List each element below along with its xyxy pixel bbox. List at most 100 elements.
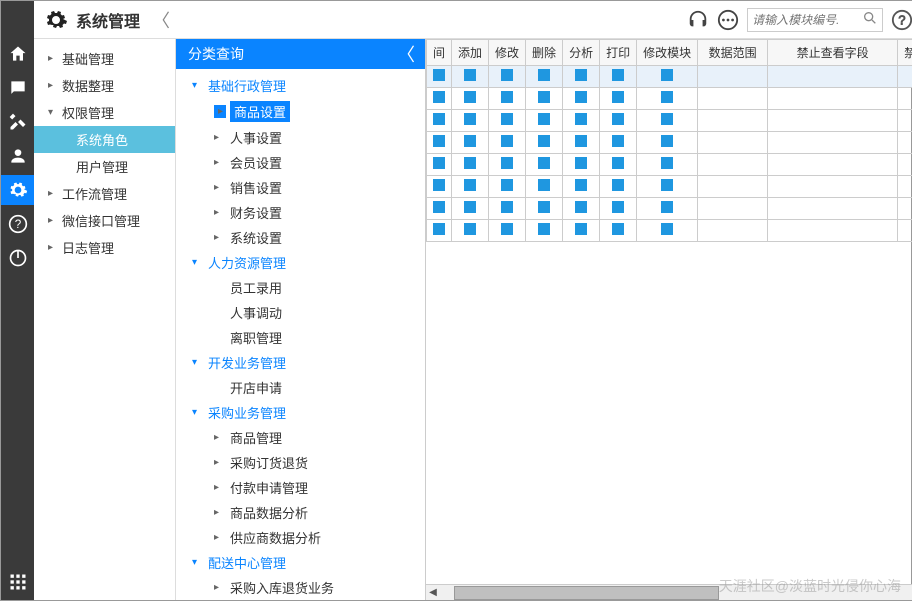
grid-cell[interactable] [698,66,768,88]
grid-cell[interactable] [427,154,452,176]
grid-header[interactable]: 禁 [898,40,912,66]
sidebar-item[interactable]: ▸日志管理 [34,234,175,261]
grid-cell[interactable] [600,176,637,198]
home-icon[interactable] [1,39,34,69]
checkbox-icon[interactable] [433,157,445,169]
grid-cell[interactable] [563,154,600,176]
grid-cell[interactable] [768,176,898,198]
grid-cell[interactable] [563,220,600,242]
grid-header[interactable]: 修改 [489,40,526,66]
grid-cell[interactable] [600,88,637,110]
grid-cell[interactable] [698,220,768,242]
grid-cell[interactable] [600,154,637,176]
table-row[interactable] [427,132,912,154]
category-group[interactable]: ▾配送中心管理 [176,550,425,575]
category-item[interactable]: ▸财务设置 [176,200,425,225]
grid-cell[interactable] [427,198,452,220]
search-icon[interactable] [862,10,878,29]
checkbox-icon[interactable] [538,135,550,147]
checkbox-icon[interactable] [464,157,476,169]
help-button[interactable]: ? [891,9,912,31]
checkbox-icon[interactable] [612,113,624,125]
checkbox-icon[interactable] [501,201,513,213]
table-row[interactable] [427,176,912,198]
table-row[interactable] [427,110,912,132]
category-item[interactable]: ▸人事设置 [176,125,425,150]
checkbox-icon[interactable] [464,179,476,191]
category-item[interactable]: 人事调动 [176,300,425,325]
tools-icon[interactable] [1,107,34,137]
checkbox-icon[interactable] [433,179,445,191]
grid-cell[interactable] [452,154,489,176]
checkbox-icon[interactable] [575,179,587,191]
grid-header[interactable]: 删除 [526,40,563,66]
grid-cell[interactable] [452,132,489,154]
checkbox-icon[interactable] [538,113,550,125]
grid-cell[interactable] [898,132,912,154]
grid-cell[interactable] [637,220,698,242]
grid-header[interactable]: 打印 [600,40,637,66]
checkbox-icon[interactable] [661,201,673,213]
grid-cell[interactable] [768,154,898,176]
grid-cell[interactable] [452,88,489,110]
grid-cell[interactable] [563,198,600,220]
sidebar-item[interactable]: ▾权限管理 [34,99,175,126]
checkbox-icon[interactable] [575,135,587,147]
checkbox-icon[interactable] [433,135,445,147]
checkbox-icon[interactable] [661,91,673,103]
category-group[interactable]: ▾采购业务管理 [176,400,425,425]
grid-cell[interactable] [452,66,489,88]
sidebar-item[interactable]: ▸数据整理 [34,72,175,99]
grid-cell[interactable] [637,154,698,176]
checkbox-icon[interactable] [538,223,550,235]
checkbox-icon[interactable] [612,135,624,147]
grid-cell[interactable] [898,154,912,176]
grid-cell[interactable] [637,66,698,88]
grid-cell[interactable] [489,176,526,198]
checkbox-icon[interactable] [464,201,476,213]
category-group[interactable]: ▾开发业务管理 [176,350,425,375]
sidebar-item[interactable]: ▸工作流管理 [34,180,175,207]
checkbox-icon[interactable] [433,113,445,125]
grid-cell[interactable] [563,110,600,132]
grid-header[interactable]: 禁止查看字段 [768,40,898,66]
grid-cell[interactable] [698,176,768,198]
grid-cell[interactable] [526,132,563,154]
grid-cell[interactable] [489,198,526,220]
grid-cell[interactable] [698,154,768,176]
checkbox-icon[interactable] [464,69,476,81]
category-item[interactable]: 离职管理 [176,325,425,350]
category-item[interactable]: ▸销售设置 [176,175,425,200]
grid-header[interactable]: 添加 [452,40,489,66]
grid-cell[interactable] [489,132,526,154]
grid-cell[interactable] [526,154,563,176]
checkbox-icon[interactable] [612,91,624,103]
checkbox-icon[interactable] [501,113,513,125]
checkbox-icon[interactable] [501,69,513,81]
grid-cell[interactable] [526,66,563,88]
checkbox-icon[interactable] [433,223,445,235]
checkbox-icon[interactable] [575,157,587,169]
collapse-toggle[interactable]: 〈 [152,7,170,33]
sidebar-item[interactable]: ▸微信接口管理 [34,207,175,234]
checkbox-icon[interactable] [575,69,587,81]
grid-cell[interactable] [489,154,526,176]
grid-cell[interactable] [489,66,526,88]
grid-cell[interactable] [637,176,698,198]
checkbox-icon[interactable] [464,223,476,235]
category-item[interactable]: ▸采购入库退货业务 [176,575,425,600]
category-item[interactable]: ▸商品管理 [176,425,425,450]
grid-cell[interactable] [898,198,912,220]
grid-cell[interactable] [637,198,698,220]
grid-cell[interactable] [563,132,600,154]
category-item[interactable]: ▸系统设置 [176,225,425,250]
power-icon[interactable] [1,243,34,273]
category-group[interactable]: ▾人力资源管理 [176,250,425,275]
grid-header[interactable]: 间 [427,40,452,66]
checkbox-icon[interactable] [612,179,624,191]
checkbox-icon[interactable] [575,91,587,103]
grid-header[interactable]: 修改模块 [637,40,698,66]
checkbox-icon[interactable] [433,91,445,103]
table-row[interactable] [427,198,912,220]
user-icon[interactable] [1,141,34,171]
